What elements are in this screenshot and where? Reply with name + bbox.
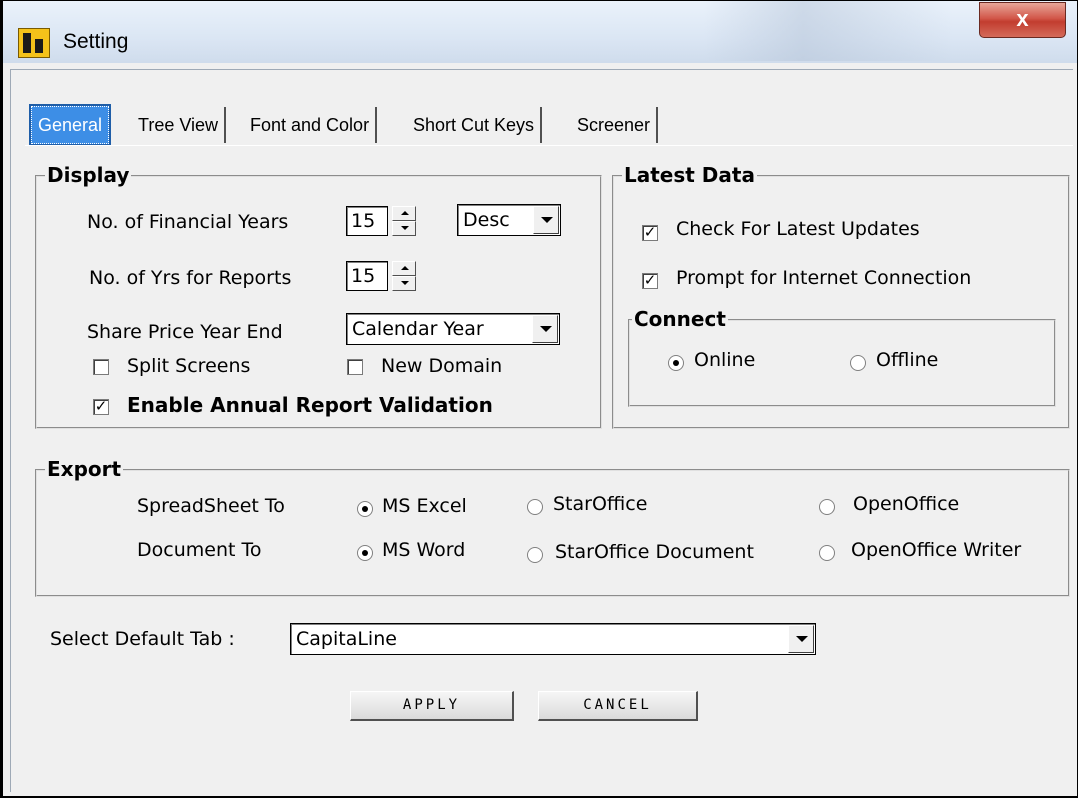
stepper-up-icon[interactable] xyxy=(392,261,416,276)
spreadsheet-staroffice-label: StarOffice xyxy=(553,493,648,515)
share-price-select[interactable]: Calendar Year xyxy=(346,313,560,345)
spreadsheet-openoffice-radio[interactable] xyxy=(819,499,835,515)
tab-short-cut-keys[interactable]: Short Cut Keys xyxy=(407,107,543,143)
document-staroffice-radio[interactable] xyxy=(527,547,543,563)
spreadsheet-ms-excel-radio[interactable] xyxy=(357,501,373,517)
tab-tree-view[interactable]: Tree View xyxy=(132,107,227,143)
split-screens-checkbox[interactable] xyxy=(93,359,109,375)
document-openoffice-label: OpenOffice Writer xyxy=(851,539,1022,561)
tab-general[interactable]: General xyxy=(28,104,112,146)
window-title: Setting xyxy=(63,30,129,53)
financial-years-stepper[interactable] xyxy=(392,206,416,236)
title-bar[interactable]: Setting x xyxy=(3,1,1077,63)
document-staroffice-label: StarOffice Document xyxy=(555,541,754,563)
chevron-down-icon[interactable] xyxy=(533,206,559,234)
report-years-input[interactable]: 15 xyxy=(346,261,388,291)
apply-button[interactable]: APPLY xyxy=(350,691,514,721)
spreadsheet-label: SpreadSheet To xyxy=(137,495,285,517)
close-button[interactable]: x xyxy=(979,2,1066,38)
cancel-button[interactable]: CANCEL xyxy=(538,691,698,721)
document-openoffice-radio[interactable] xyxy=(819,545,835,561)
stepper-down-icon[interactable] xyxy=(392,276,416,291)
prompt-internet-label: Prompt for Internet Connection xyxy=(676,267,972,289)
prompt-internet-checkbox[interactable]: ✓ xyxy=(642,273,658,289)
annual-validation-label: Enable Annual Report Validation xyxy=(127,393,493,417)
display-legend: Display xyxy=(45,163,132,187)
new-domain-label: New Domain xyxy=(381,355,503,377)
spreadsheet-staroffice-radio[interactable] xyxy=(527,499,543,515)
sort-order-value: Desc xyxy=(463,209,510,231)
display-group: Display No. of Financial Years 15 Desc N… xyxy=(35,163,602,429)
export-legend: Export xyxy=(45,457,124,481)
tab-panel-top-edge xyxy=(25,145,1073,146)
share-price-value: Calendar Year xyxy=(352,318,484,340)
document-ms-word-label: MS Word xyxy=(382,539,466,561)
latest-data-legend: Latest Data xyxy=(622,163,757,187)
financial-years-input[interactable]: 15 xyxy=(346,206,388,236)
default-tab-label: Select Default Tab : xyxy=(50,628,235,650)
default-tab-value: CapitaLine xyxy=(296,628,397,650)
offline-label: Offline xyxy=(876,349,939,371)
report-years-label: No. of Yrs for Reports xyxy=(89,267,292,289)
settings-window: Setting x General Tree View Font and Col… xyxy=(0,0,1078,798)
document-ms-word-radio[interactable] xyxy=(357,545,373,561)
chevron-down-icon[interactable] xyxy=(532,315,558,343)
new-domain-checkbox[interactable] xyxy=(347,359,363,375)
offline-radio[interactable] xyxy=(850,355,866,371)
sort-order-select[interactable]: Desc xyxy=(457,204,561,236)
tab-screener[interactable]: Screener xyxy=(571,107,659,143)
latest-data-group: Latest Data ✓ Check For Latest Updates ✓… xyxy=(612,163,1070,429)
export-group: Export SpreadSheet To MS Excel StarOffic… xyxy=(35,457,1070,597)
title-bar-reflection xyxy=(703,1,953,61)
online-label: Online xyxy=(694,349,756,371)
connect-group: Connect Online Offline xyxy=(628,307,1056,407)
default-tab-select[interactable]: CapitaLine xyxy=(290,623,816,655)
stepper-up-icon[interactable] xyxy=(392,206,416,221)
share-price-label: Share Price Year End xyxy=(87,321,283,343)
tab-font-and-color[interactable]: Font and Color xyxy=(244,107,378,143)
financial-years-label: No. of Financial Years xyxy=(87,211,289,233)
report-years-stepper[interactable] xyxy=(392,261,416,291)
check-updates-checkbox[interactable]: ✓ xyxy=(642,225,658,241)
app-icon xyxy=(18,28,50,58)
online-radio[interactable] xyxy=(668,355,684,371)
connect-legend: Connect xyxy=(632,307,728,331)
chevron-down-icon[interactable] xyxy=(788,625,814,653)
document-label: Document To xyxy=(137,539,262,561)
spreadsheet-openoffice-label: OpenOffice xyxy=(853,493,960,515)
spreadsheet-ms-excel-label: MS Excel xyxy=(382,495,467,517)
split-screens-label: Split Screens xyxy=(127,355,251,377)
annual-validation-checkbox[interactable]: ✓ xyxy=(93,399,109,415)
stepper-down-icon[interactable] xyxy=(392,221,416,236)
check-updates-label: Check For Latest Updates xyxy=(676,218,920,240)
